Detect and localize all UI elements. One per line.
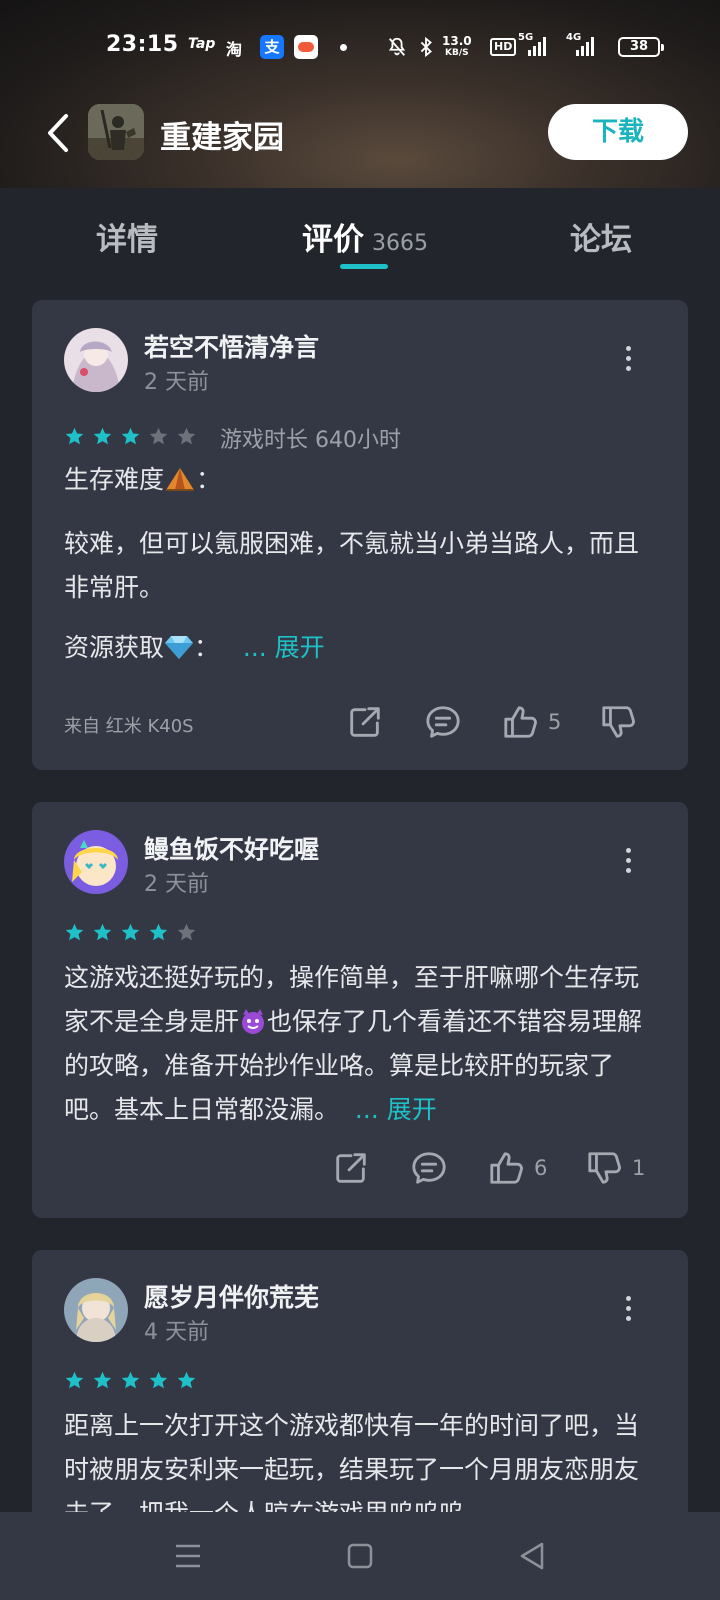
review-time: 4 天前: [144, 1320, 209, 1345]
active-tab-indicator: [340, 264, 388, 269]
game-icon: [88, 104, 144, 160]
review-time: 2 天前: [144, 872, 209, 897]
avatar[interactable]: [64, 328, 128, 392]
tab-details[interactable]: 详情: [96, 214, 158, 259]
share-button[interactable]: [346, 702, 384, 742]
share-icon: [336, 1153, 366, 1183]
device-info: 来自 红米 K40S: [64, 716, 194, 737]
star-rating: [64, 922, 197, 943]
download-button[interactable]: 下载: [548, 104, 688, 160]
review-time: 2 天前: [144, 370, 209, 395]
network-speed-unit: KB/S: [445, 48, 469, 58]
review-paragraph: 生存难度 ：: [64, 458, 660, 502]
comment-button[interactable]: [410, 1148, 448, 1188]
network-speed: 13.0 KB/S: [442, 35, 472, 59]
taobao-notification-icon: 淘: [226, 40, 243, 59]
more-vertical-icon[interactable]: [620, 848, 636, 878]
system-navigation-bar: [0, 1512, 720, 1600]
taptap-notification-icon: Tap: [188, 36, 216, 52]
review-author[interactable]: 鳗鱼饭不好吃喔: [144, 830, 319, 866]
star-filled-icon: [93, 923, 112, 941]
comment-icon: [412, 1152, 446, 1184]
signal-4g-icon: [576, 36, 594, 56]
menu-icon[interactable]: [168, 1538, 208, 1574]
review-author[interactable]: 愿岁月伴你荒芜: [144, 1278, 319, 1314]
alipay-notification-icon: 支: [260, 35, 284, 59]
game-center-notification-icon: [294, 35, 318, 59]
back-arrow-icon[interactable]: [40, 108, 80, 158]
tab-reviews-label: 评价: [302, 222, 364, 258]
share-button[interactable]: [332, 1148, 370, 1188]
star-filled-icon: [121, 923, 140, 941]
review-author[interactable]: 若空不悟清净言: [144, 328, 319, 364]
review-text-suffix: ：: [194, 633, 220, 662]
bluetooth-icon: [420, 36, 432, 58]
star-filled-icon: [177, 1371, 196, 1389]
dislike-button[interactable]: [600, 702, 638, 742]
star-empty-icon: [177, 923, 196, 941]
review-paragraph: 这游戏还挺好玩的，操作简单，至于肝嘛哪个生存玩家不是全身是肝 也保存了几个看着还不…: [64, 956, 660, 1132]
thumbs-down-icon: [588, 1152, 621, 1184]
star-filled-icon: [65, 923, 84, 941]
comment-button[interactable]: [424, 702, 462, 742]
comment-icon: [426, 706, 460, 738]
back-triangle-icon[interactable]: [512, 1538, 552, 1574]
battery-icon: 38: [618, 37, 664, 57]
more-vertical-icon[interactable]: [620, 1296, 636, 1326]
hd-voice-icon: HD: [490, 38, 517, 56]
review-text: 生存难度: [64, 465, 165, 494]
review-text: 资源获取: [64, 633, 165, 662]
tab-bar: 详情 评价 3665 论坛: [0, 188, 720, 274]
like-count: 6: [534, 1156, 548, 1180]
playtime: 游戏时长 640小时: [220, 428, 401, 453]
network-speed-value: 13.0: [442, 34, 472, 48]
star-rating: [64, 1370, 197, 1391]
expand-link[interactable]: ... 展开: [243, 633, 325, 662]
avatar[interactable]: [64, 1278, 128, 1342]
tab-forum[interactable]: 论坛: [570, 214, 632, 259]
thumbs-up-icon: [504, 706, 537, 738]
smiling-devil-emoji-icon: [242, 1009, 265, 1034]
thumbs-down-icon: [602, 706, 635, 738]
star-filled-icon: [121, 427, 140, 445]
gem-emoji-icon: [165, 636, 194, 659]
review-card[interactable]: 鳗鱼饭不好吃喔 2 天前 这游戏还挺好玩的，操作简单，至于肝嘛哪个生存玩家不是全…: [32, 802, 688, 1218]
star-rating: [64, 426, 197, 447]
more-notifications-dot-icon: [340, 44, 347, 51]
home-square-icon[interactable]: [340, 1538, 380, 1574]
review-paragraph: 较难，但可以氪服困难，不氪就当小弟当路人，而且非常肝。: [64, 529, 640, 602]
like-count: 5: [548, 710, 562, 734]
star-filled-icon: [65, 427, 84, 445]
like-button[interactable]: 6: [488, 1148, 547, 1188]
signal-5g-icon: [528, 36, 546, 56]
star-empty-icon: [177, 427, 196, 445]
tent-emoji-icon: [166, 468, 195, 491]
dislike-button[interactable]: 1: [586, 1148, 645, 1188]
star-filled-icon: [149, 923, 168, 941]
avatar[interactable]: [64, 830, 128, 894]
star-filled-icon: [121, 1371, 140, 1389]
star-filled-icon: [93, 427, 112, 445]
more-vertical-icon[interactable]: [620, 346, 636, 376]
star-filled-icon: [93, 1371, 112, 1389]
thumbs-up-icon: [490, 1152, 523, 1184]
expand-link[interactable]: ... 展开: [355, 1095, 437, 1124]
star-empty-icon: [149, 427, 168, 445]
status-time: 23:15: [106, 32, 179, 57]
game-title: 重建家园: [160, 120, 284, 156]
dislike-count: 1: [632, 1156, 646, 1180]
review-paragraph: 距离上一次打开这个游戏都快有一年的时间了吧，当时被朋友安利来一起玩，结果玩了一个…: [64, 1411, 640, 1512]
like-button[interactable]: 5: [502, 702, 561, 742]
review-card[interactable]: 愿岁月伴你荒芜 4 天前 距离上一次打开这个游戏都快有一年的时间了吧，当时被朋友…: [32, 1250, 688, 1512]
star-filled-icon: [149, 1371, 168, 1389]
status-bar: 23:15 Tap 淘 支 13.0 KB/S HD 5G 4G 38: [0, 0, 720, 96]
star-filled-icon: [65, 1371, 84, 1389]
review-paragraph: 资源获取 ： ... 展开: [64, 626, 660, 670]
mute-bell-icon: [388, 37, 406, 56]
review-count: 3665: [372, 231, 428, 256]
review-text-suffix: ：: [196, 465, 222, 494]
share-icon: [350, 707, 380, 737]
review-card[interactable]: 若空不悟清净言 2 天前 游戏时长 640小时 生存难度 ： 较难，但可以氪服困难…: [32, 300, 688, 770]
tab-reviews[interactable]: 评价 3665: [302, 214, 428, 259]
